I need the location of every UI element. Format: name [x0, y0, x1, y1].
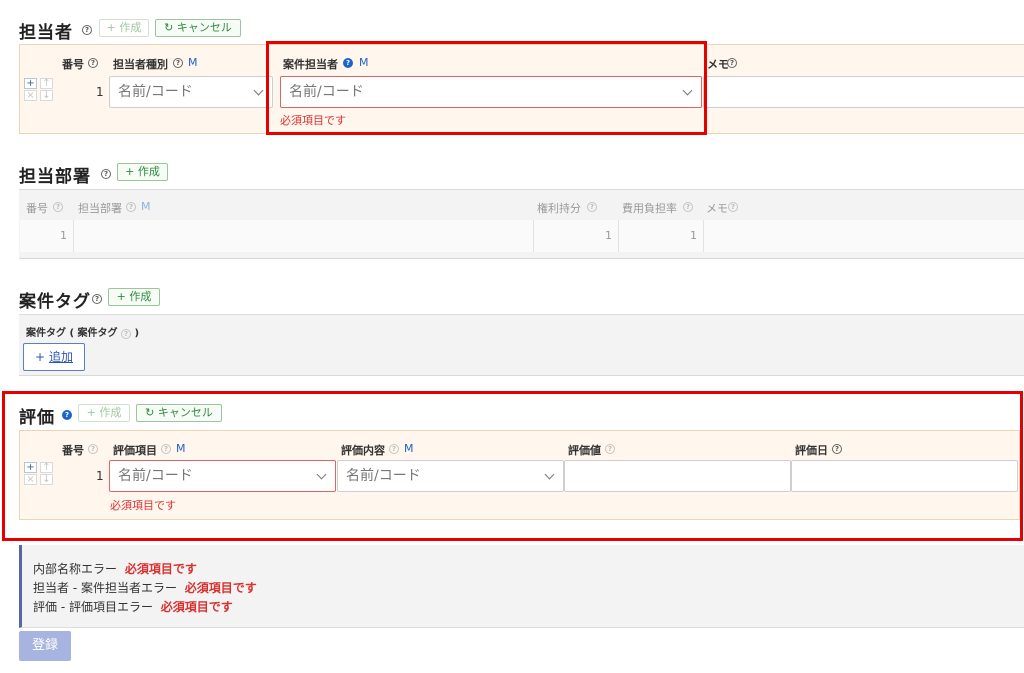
header-rights: 権利持分	[537, 202, 581, 215]
refresh-icon: ↻	[164, 21, 174, 34]
help-icon[interactable]: ?	[587, 202, 597, 212]
header-memo: メモ	[706, 202, 728, 215]
tantousha-cancel-button[interactable]: ↻ キャンセル	[155, 19, 241, 37]
plus-icon: +	[35, 350, 46, 364]
header-no: 番号	[26, 202, 48, 215]
move-down-icon[interactable]: ↓	[40, 90, 53, 101]
error-prefix: 評価 - 評価項目エラー	[33, 600, 153, 614]
busho-title: 担当部署	[19, 167, 91, 187]
help-icon[interactable]: ?	[173, 58, 183, 68]
error-prefix: 担当者 - 案件担当者エラー	[33, 581, 177, 595]
error-message: 必須項目です	[124, 562, 197, 576]
rights-cell: 1	[534, 220, 619, 252]
chevron-down-icon	[253, 85, 264, 96]
tag-label-suffix: )	[134, 328, 140, 339]
help-icon[interactable]: ?	[121, 329, 132, 339]
multi-language-mark: M	[188, 56, 198, 69]
multi-language-mark: M	[141, 200, 151, 213]
tag-label-prefix: 案件タグ ( 案件タグ	[26, 328, 118, 339]
row-number: 1	[96, 85, 104, 99]
help-icon[interactable]: ?	[126, 202, 136, 212]
help-icon[interactable]: ?	[88, 58, 98, 68]
add-row-icon[interactable]: +	[24, 78, 37, 89]
busho-create-button[interactable]: + 作成	[117, 163, 168, 181]
help-icon[interactable]: ?	[101, 169, 111, 179]
row-number: 1	[60, 229, 67, 242]
error-line-3: 評価 - 評価項目エラー 必須項目です	[33, 598, 233, 615]
dept-cell	[74, 220, 534, 252]
rights-value: 1	[605, 229, 612, 242]
header-cost: 費用負担率	[622, 202, 677, 215]
header-memo: メモ	[707, 58, 729, 71]
tag-panel	[19, 314, 1024, 376]
tag-title: 案件タグ	[19, 292, 91, 312]
help-icon[interactable]: ?	[82, 25, 92, 35]
tantousha-create-button[interactable]: + 作成	[99, 19, 149, 37]
error-prefix: 内部名称エラー	[33, 562, 118, 576]
submit-button[interactable]: 登録	[19, 631, 71, 661]
tantousha-title: 担当者	[19, 23, 73, 43]
tantousha-cancel-label: キャンセル	[176, 21, 232, 34]
error-line-1: 内部名称エラー 必須項目です	[33, 560, 197, 577]
header-dept: 担当部署	[78, 202, 122, 215]
type-select-placeholder: 名前/コード	[118, 84, 193, 100]
cost-cell: 1	[619, 220, 704, 252]
type-select[interactable]: 名前/コード	[109, 76, 273, 108]
help-icon[interactable]: ?	[727, 58, 737, 68]
highlight-box	[2, 391, 1023, 541]
cost-value: 1	[690, 229, 697, 242]
help-icon[interactable]: ?	[53, 202, 63, 212]
help-icon[interactable]: ?	[683, 202, 693, 212]
error-line-2: 担当者 - 案件担当者エラー 必須項目です	[33, 579, 257, 596]
tag-create-button[interactable]: + 作成	[108, 288, 160, 306]
memo-cell	[704, 220, 1024, 252]
header-no: 番号	[62, 58, 84, 71]
move-up-icon[interactable]: ↑	[40, 78, 53, 89]
error-message: 必須項目です	[184, 581, 257, 595]
highlight-box	[266, 41, 707, 135]
help-icon[interactable]: ?	[92, 294, 102, 304]
header-type: 担当者種別	[113, 58, 168, 71]
delete-row-icon[interactable]: ×	[24, 90, 37, 101]
row-number-cell: 1	[20, 220, 74, 252]
tag-add-label: 追加	[48, 350, 73, 364]
tag-field-label: 案件タグ ( 案件タグ ? )	[26, 324, 139, 339]
error-message: 必須項目です	[160, 600, 233, 614]
tag-add-button[interactable]: + 追加	[23, 343, 85, 371]
memo-input[interactable]	[703, 76, 1024, 108]
help-icon[interactable]: ?	[728, 202, 738, 212]
